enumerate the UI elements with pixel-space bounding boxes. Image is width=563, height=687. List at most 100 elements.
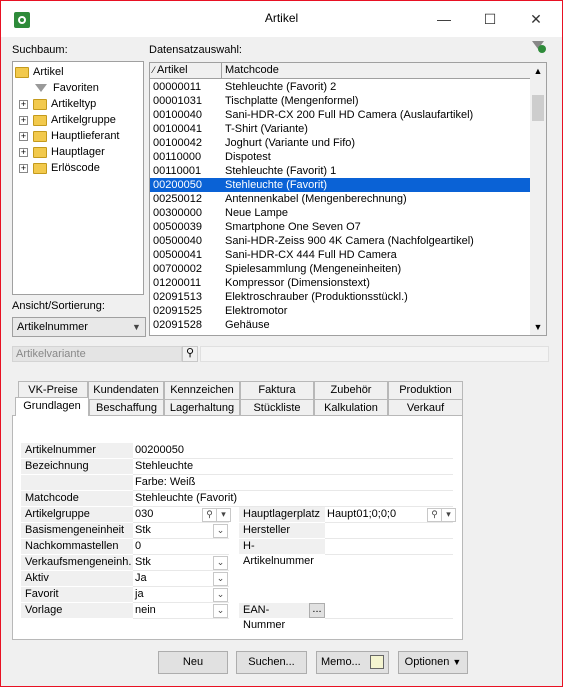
tab-kundendaten[interactable]: Kundendaten xyxy=(88,381,164,399)
nachkommastellen-field[interactable]: 0 xyxy=(133,539,229,555)
artikel-cell: 02091513 xyxy=(153,291,202,303)
matchcode-field[interactable]: Stehleuchte (Favorit) xyxy=(133,491,453,507)
search-icon[interactable]: ⚲ xyxy=(182,346,198,362)
minimize-button[interactable]: — xyxy=(421,1,467,37)
matchcode-cell: Spielesammlung (Mengeneinheiten) xyxy=(225,263,402,275)
scroll-thumb[interactable] xyxy=(532,95,544,121)
table-row[interactable]: 00100042 Joghurt (Variante und Fifo) xyxy=(150,136,532,150)
hauptlagerplatz-label: Hauptlagerplatz xyxy=(239,507,325,523)
artikel-cell: 00250012 xyxy=(153,193,202,205)
chevron-down-icon[interactable]: ⌄ xyxy=(213,572,228,586)
ansicht-select[interactable]: Artikelnummer ▼ xyxy=(12,317,146,337)
table-row[interactable]: 00500040 Sani-HDR-Zeiss 900 4K Camera (Na… xyxy=(150,234,532,248)
expand-icon[interactable]: + xyxy=(19,115,28,125)
hersteller-label: Hersteller xyxy=(239,523,325,539)
matchcode-cell: Sani-HDR-CX 200 Full HD Camera (Auslaufa… xyxy=(225,109,474,121)
close-button[interactable]: ✕ xyxy=(513,1,559,37)
table-row[interactable]: 00200050 Stehleuchte (Favorit) xyxy=(150,178,532,192)
scroll-down-icon[interactable]: ▼ xyxy=(530,319,546,335)
chevron-down-icon[interactable]: ▾ xyxy=(216,508,231,522)
matchcode-cell: Elektromotor xyxy=(225,305,288,317)
table-row[interactable]: 00700002 Spielesammlung (Mengeneinheiten) xyxy=(150,262,532,276)
table-row[interactable]: 00000011 Stehleuchte (Favorit) 2 xyxy=(150,80,532,94)
matchcode-cell: Stehleuchte (Favorit) 2 xyxy=(225,81,337,93)
chevron-down-icon[interactable]: ⌄ xyxy=(213,588,228,602)
table-row[interactable]: 00500041 Sani-HDR-CX 444 Full HD Camera xyxy=(150,248,532,262)
artikel-cell: 02091528 xyxy=(153,319,202,331)
expand-icon[interactable]: + xyxy=(19,99,28,109)
tree-item-artikel[interactable]: Artikel xyxy=(15,64,64,80)
chevron-down-icon[interactable]: ⌄ xyxy=(213,524,228,538)
tab-produktion[interactable]: Produktion xyxy=(388,381,463,399)
tree-item-artikelgruppe[interactable]: + Artikelgruppe xyxy=(19,112,116,128)
table-row[interactable]: 00500039 Smartphone One Seven O7 xyxy=(150,220,532,234)
tree-item-favoriten[interactable]: Favoriten xyxy=(35,80,99,96)
table-row[interactable]: 00250012 Antennenkabel (Mengenberechnung) xyxy=(150,192,532,206)
table-row[interactable]: 00100041 T-Shirt (Variante) xyxy=(150,122,532,136)
search-icon[interactable]: ⚲ xyxy=(202,508,217,522)
memo-button[interactable]: Memo... xyxy=(316,651,389,674)
search-icon[interactable]: ⚲ xyxy=(427,508,442,522)
tab-faktura[interactable]: Faktura xyxy=(240,381,314,399)
expand-icon[interactable]: + xyxy=(19,147,28,157)
artikelvariante-description xyxy=(200,346,549,362)
ean-field[interactable] xyxy=(325,603,453,619)
folder-icon xyxy=(15,66,29,78)
matchcode-cell: Gehäuse xyxy=(225,319,270,331)
table-row[interactable]: 00100040 Sani-HDR-CX 200 Full HD Camera (… xyxy=(150,108,532,122)
chevron-down-icon[interactable]: ⌄ xyxy=(213,604,228,618)
tab-kennzeichen[interactable]: Kennzeichen xyxy=(164,381,240,399)
suchen-button[interactable]: Suchen... xyxy=(236,651,307,674)
column-header-artikel[interactable]: ⁄ Artikel xyxy=(150,63,222,79)
chevron-down-icon: ▼ xyxy=(132,322,141,332)
tree-item-hauptlieferant[interactable]: + Hauptlieferant xyxy=(19,128,120,144)
chevron-down-icon[interactable]: ⌄ xyxy=(213,556,228,570)
optionen-button[interactable]: Optionen ▼ xyxy=(398,651,468,674)
datensatz-label: Datensatzauswahl: xyxy=(149,44,242,56)
artikelvariante-input[interactable]: Artikelvariante xyxy=(12,346,182,362)
neu-button[interactable]: Neu xyxy=(158,651,228,674)
table-row[interactable]: 01200011 Kompressor (Dimensionstext) xyxy=(150,276,532,290)
table-row[interactable]: 00110001 Stehleuchte (Favorit) 1 xyxy=(150,164,532,178)
bezeichnung2-field[interactable]: Farbe: Weiß xyxy=(133,475,453,491)
tree-item-artikeltyp[interactable]: + Artikeltyp xyxy=(19,96,96,112)
add-filter-icon[interactable] xyxy=(532,41,546,53)
expand-icon[interactable]: + xyxy=(19,163,28,173)
grid-scrollbar[interactable]: ▲ ▼ xyxy=(530,63,546,335)
memo-icon xyxy=(370,655,384,669)
artikel-cell: 00000011 xyxy=(153,81,202,93)
tree-item-erloescode[interactable]: + Erlöscode xyxy=(19,160,100,176)
matchcode-cell: Stehleuchte (Favorit) 1 xyxy=(225,165,337,177)
tab-grundlagen[interactable]: Grundlagen xyxy=(15,397,89,416)
artikel-window: Artikel — ☐ ✕ Suchbaum: Artikel Favorite… xyxy=(0,0,563,687)
artikelnummer-field[interactable]: 00200050 xyxy=(133,443,453,459)
table-row[interactable]: 00300000 Neue Lampe xyxy=(150,206,532,220)
vorlage-label: Vorlage xyxy=(21,603,133,619)
artikel-cell: 01200011 xyxy=(153,277,202,289)
chevron-down-icon[interactable]: ▾ xyxy=(441,508,456,522)
tree-item-hauptlager[interactable]: + Hauptlager xyxy=(19,144,105,160)
artikel-cell: 02091525 xyxy=(153,305,202,317)
verkaufsmengeneinheit-label: Verkaufsmengeneinh. xyxy=(21,555,133,571)
table-row[interactable]: 00110000 Dispotest xyxy=(150,150,532,164)
table-row[interactable]: 02091528 Gehäuse xyxy=(150,318,532,332)
h-artikelnummer-label: H-Artikelnummer xyxy=(239,539,325,567)
scroll-up-icon[interactable]: ▲ xyxy=(530,63,546,79)
tree-item-label: Erlöscode xyxy=(51,162,100,174)
expand-icon[interactable]: + xyxy=(19,131,28,141)
search-tree: Artikel Favoriten + Artikeltyp + Artikelgr… xyxy=(12,61,144,295)
h-artikelnummer-field[interactable] xyxy=(325,539,453,555)
memo-button-label: Memo... xyxy=(321,656,361,668)
artikel-cell: 00500041 xyxy=(153,249,202,261)
column-header-matchcode[interactable]: Matchcode xyxy=(222,63,532,79)
tab-zubehoer[interactable]: Zubehör xyxy=(314,381,388,399)
ean-ellipsis-button[interactable]: ... xyxy=(309,603,325,618)
table-row[interactable]: 02091513 Elektroschrauber (Produktionsstü… xyxy=(150,290,532,304)
matchcode-label: Matchcode xyxy=(21,491,133,507)
table-row[interactable]: 00001031 Tischplatte (Mengenformel) xyxy=(150,94,532,108)
bezeichnung-field[interactable]: Stehleuchte xyxy=(133,459,453,475)
maximize-button[interactable]: ☐ xyxy=(467,1,513,37)
hersteller-field[interactable] xyxy=(325,523,453,539)
artikel-cell: 00100040 xyxy=(153,109,202,121)
table-row[interactable]: 02091525 Elektromotor xyxy=(150,304,532,318)
